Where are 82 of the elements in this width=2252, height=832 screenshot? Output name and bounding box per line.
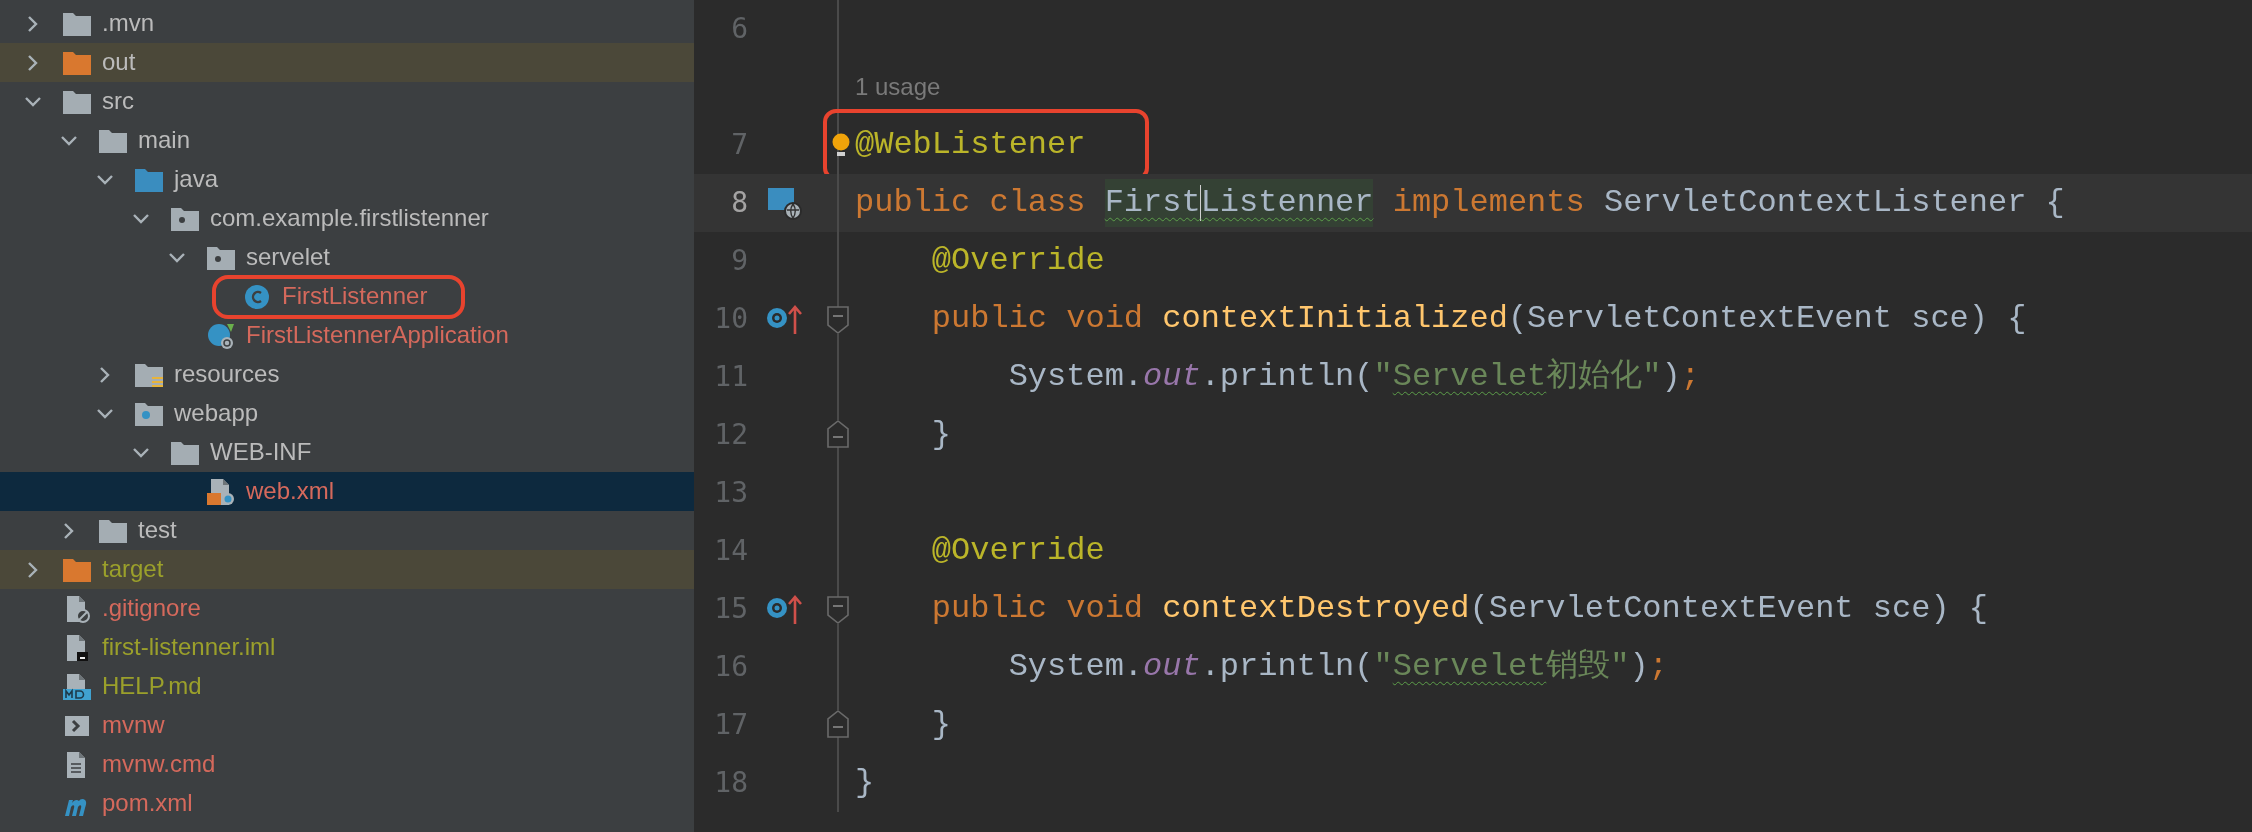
line-number: 6 <box>730 11 748 47</box>
text-caret <box>1199 185 1202 221</box>
keyword: public void <box>930 589 1145 629</box>
selected-row[interactable]: web.xml <box>0 472 694 511</box>
keyword: implements <box>1391 183 1586 223</box>
excluded-row[interactable]: out <box>0 43 694 82</box>
tree-item-label[interactable]: HELP.md <box>102 673 202 700</box>
code-text: } <box>930 415 951 455</box>
fold-icon[interactable] <box>825 305 850 333</box>
string-literal: 初始化" <box>1546 357 1662 397</box>
line-number: 17 <box>713 707 748 743</box>
fold-icon[interactable] <box>825 421 850 449</box>
method-name: contextDestroyed <box>1162 589 1470 629</box>
code-text: .println( <box>1200 357 1374 397</box>
line-number: 14 <box>713 533 748 569</box>
tree-item-label[interactable]: servelet <box>246 244 331 271</box>
markdown-file-icon <box>62 672 92 701</box>
line-number: 8 <box>730 185 748 221</box>
keyword: ; <box>1648 647 1668 687</box>
tree-item-label[interactable]: main <box>138 127 191 154</box>
code-text: System. <box>1007 647 1144 687</box>
line-number: 15 <box>713 591 748 627</box>
line-number: 13 <box>713 475 748 511</box>
string-literal: Servelet <box>1392 647 1547 687</box>
code-text: .println( <box>1200 647 1374 687</box>
class-icon <box>242 282 272 311</box>
tree-item-label[interactable]: .gitignore <box>102 595 201 622</box>
tree-item-label[interactable]: WEB-INF <box>210 439 312 466</box>
method-name: contextInitialized <box>1162 299 1508 339</box>
class-icon <box>206 321 236 350</box>
line-number: 9 <box>730 243 748 279</box>
code-text: } <box>855 763 875 803</box>
line-number: 10 <box>713 301 748 337</box>
line-number: 7 <box>730 127 748 163</box>
field-name: out <box>1143 647 1201 687</box>
string-literal: " <box>1373 357 1393 397</box>
keyword: ; <box>1680 357 1700 397</box>
code-text: ServletContextListener { <box>1603 183 2065 223</box>
web-listener-icon[interactable] <box>766 186 802 220</box>
tree-item-label[interactable]: resources <box>174 361 280 388</box>
keyword: public class <box>855 183 1087 223</box>
annotation: @WebListener <box>855 125 1086 165</box>
string-literal: " <box>1373 647 1393 687</box>
code-text: ) <box>1629 647 1649 687</box>
line-number: 11 <box>713 359 748 395</box>
code-text: ) <box>1661 357 1681 397</box>
code-text: (ServletContextEvent sce) { <box>1507 299 2027 339</box>
excluded-row[interactable]: target <box>0 550 694 589</box>
tree-item-label[interactable]: mvnw <box>102 712 165 739</box>
fold-icon[interactable] <box>825 595 850 623</box>
line-number: 16 <box>713 649 748 685</box>
class-name: Listenner <box>1200 179 1374 227</box>
annotation: @Override <box>930 531 1105 571</box>
tree-item-label[interactable]: webapp <box>174 400 259 427</box>
tree-item-label[interactable]: target <box>102 556 164 583</box>
fold-icon[interactable] <box>825 711 850 739</box>
annotation: @Override <box>930 241 1105 281</box>
tree-item-label[interactable]: pom.xml <box>102 790 193 817</box>
string-literal: Servelet <box>1392 357 1547 397</box>
tree-item-label[interactable]: FirstListennerApplication <box>246 322 509 349</box>
tree-item-label[interactable]: src <box>102 88 134 115</box>
lightbulb-icon[interactable] <box>831 133 851 157</box>
keyword: public void <box>930 299 1145 339</box>
code-text: } <box>930 705 951 745</box>
class-name: First <box>1104 179 1201 227</box>
line-number: 18 <box>713 765 748 801</box>
line-number: 12 <box>713 417 748 453</box>
field-name: out <box>1143 357 1201 397</box>
code-text: (ServletContextEvent sce) { <box>1469 589 1988 629</box>
tree-item-label[interactable]: FirstListenner <box>282 283 428 310</box>
string-literal: 销毁" <box>1546 647 1630 687</box>
tree-item-label[interactable]: .mvn <box>102 10 154 37</box>
tree-item-label[interactable]: first-listenner.iml <box>102 634 276 661</box>
tree-item-label[interactable]: web.xml <box>246 478 335 505</box>
tree-item-label[interactable]: com.example.firstlistenner <box>210 205 489 232</box>
usage-hint[interactable]: 1 usage <box>855 69 941 105</box>
code-text: System. <box>1007 357 1144 397</box>
tree-item-label[interactable]: out <box>102 49 136 76</box>
tree-item-label[interactable]: java <box>174 166 219 193</box>
xml-file-icon <box>206 477 236 506</box>
tree-item-label[interactable]: mvnw.cmd <box>102 751 216 778</box>
tree-item-label[interactable]: test <box>138 517 177 544</box>
